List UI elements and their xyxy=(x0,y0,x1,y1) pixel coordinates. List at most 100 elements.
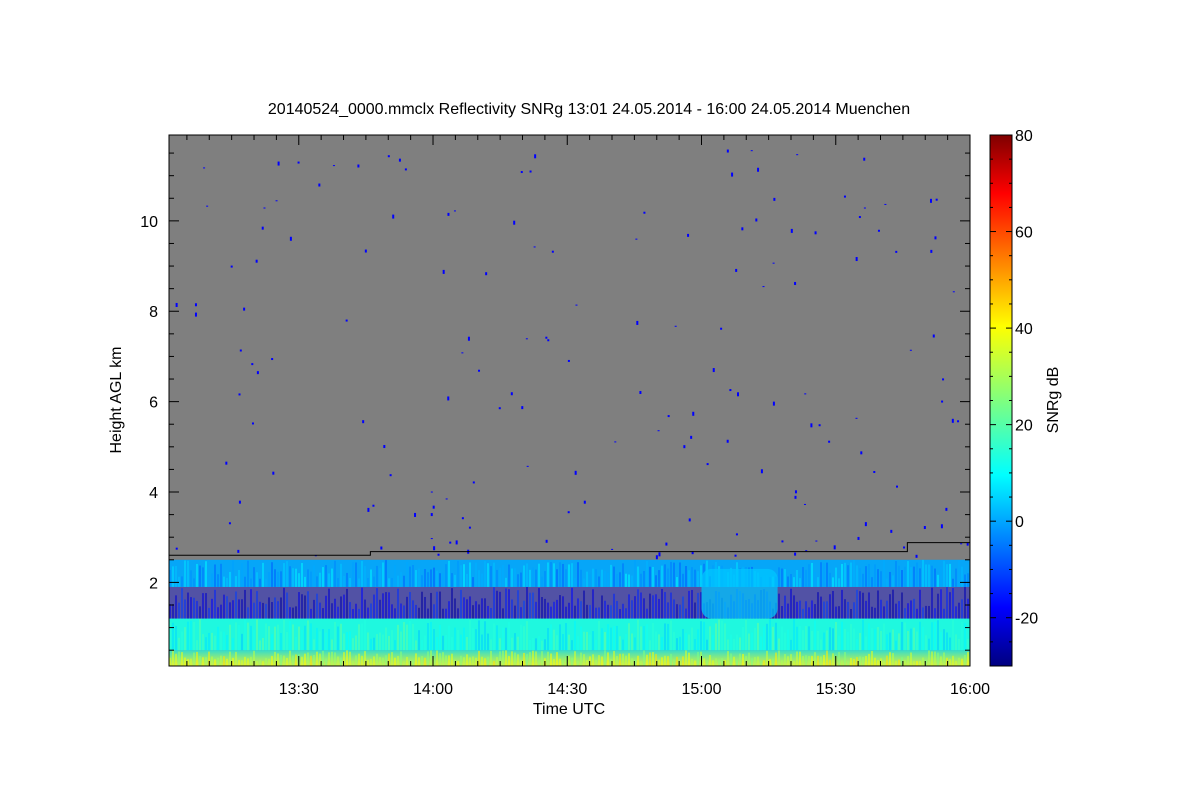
echo-streak xyxy=(196,563,198,587)
echo-streak xyxy=(664,592,666,619)
echo-streak xyxy=(301,656,303,666)
echo-streak xyxy=(385,592,387,619)
echo-streak xyxy=(916,631,918,651)
noise-speckle xyxy=(873,471,876,474)
echo-streak xyxy=(907,631,909,651)
echo-streak xyxy=(568,655,570,666)
echo-streak xyxy=(205,561,207,587)
echo-streak xyxy=(355,562,357,587)
echo-streak xyxy=(304,625,306,651)
echo-streak xyxy=(382,657,384,666)
echo-streak xyxy=(688,634,690,651)
echo-streak xyxy=(613,650,615,666)
echo-streak xyxy=(592,631,594,651)
echo-streak xyxy=(469,619,471,651)
noise-speckle xyxy=(855,257,858,262)
echo-streak xyxy=(466,637,468,651)
echo-streak xyxy=(694,569,696,587)
echo-streak xyxy=(820,639,822,651)
echo-streak xyxy=(760,660,762,666)
echo-streak xyxy=(235,622,237,651)
echo-streak xyxy=(715,623,717,651)
noise-speckle xyxy=(655,555,658,560)
echo-streak xyxy=(931,587,933,619)
echo-streak xyxy=(436,591,438,619)
colorbar-tick-label: 0 xyxy=(1015,514,1024,531)
echo-streak xyxy=(874,607,876,619)
echo-streak xyxy=(214,589,216,619)
echo-streak xyxy=(298,592,300,619)
noise-speckle xyxy=(545,336,548,339)
echo-streak xyxy=(775,622,777,651)
echo-streak xyxy=(697,592,699,619)
echo-streak xyxy=(646,560,648,587)
echo-streak xyxy=(883,623,885,651)
echo-streak xyxy=(814,620,816,651)
echo-streak xyxy=(874,629,876,651)
echo-streak xyxy=(208,607,210,619)
echo-streak xyxy=(550,562,552,587)
echo-streak xyxy=(958,560,960,587)
echo-streak xyxy=(643,650,645,666)
echo-streak xyxy=(859,632,861,651)
echo-streak xyxy=(865,655,867,666)
echo-streak xyxy=(388,592,390,619)
echo-streak xyxy=(940,656,942,666)
echo-streak xyxy=(454,574,456,587)
echo-streak xyxy=(691,627,693,651)
echo-streak xyxy=(406,656,408,666)
echo-streak xyxy=(688,590,690,619)
noise-speckle xyxy=(472,481,475,484)
echo-streak xyxy=(811,562,813,587)
noise-speckle xyxy=(735,268,738,272)
echo-streak xyxy=(634,559,636,587)
echo-streak xyxy=(289,566,291,587)
echo-streak xyxy=(394,565,396,587)
echo-streak xyxy=(631,575,633,587)
echo-streak xyxy=(415,653,417,666)
echo-streak xyxy=(229,571,231,587)
echo-streak xyxy=(547,602,549,619)
echo-streak xyxy=(832,590,834,619)
echo-streak xyxy=(280,571,282,587)
echo-streak xyxy=(265,603,267,619)
echo-streak xyxy=(823,601,825,619)
echo-streak xyxy=(334,621,336,651)
echo-streak xyxy=(202,634,204,651)
echo-streak xyxy=(352,638,354,651)
echo-streak xyxy=(217,574,219,587)
echo-streak xyxy=(922,607,924,619)
echo-streak xyxy=(331,568,333,587)
echo-streak xyxy=(820,596,822,619)
echo-streak xyxy=(364,619,366,651)
echo-streak xyxy=(784,632,786,651)
echo-streak xyxy=(778,650,780,666)
echo-streak xyxy=(391,578,393,587)
echo-streak xyxy=(493,587,495,619)
echo-streak xyxy=(352,608,354,619)
echo-streak xyxy=(871,606,873,619)
echo-streak xyxy=(415,640,417,651)
noise-speckle xyxy=(935,198,938,201)
echo-streak xyxy=(388,578,390,587)
echo-streak xyxy=(517,636,519,651)
echo-streak xyxy=(895,561,897,587)
echo-streak xyxy=(280,597,282,619)
echo-streak xyxy=(580,569,582,587)
noise-speckle xyxy=(203,167,206,169)
echo-streak xyxy=(400,572,402,587)
echo-streak xyxy=(865,566,867,587)
noise-speckle xyxy=(362,420,365,424)
echo-streak xyxy=(508,656,510,666)
echo-streak xyxy=(424,596,426,619)
echo-streak xyxy=(250,589,252,619)
echo-streak xyxy=(364,566,366,587)
noise-speckle xyxy=(855,417,858,419)
echo-streak xyxy=(484,658,486,666)
echo-streak xyxy=(751,632,753,651)
echo-streak xyxy=(592,568,594,587)
echo-streak xyxy=(667,568,669,587)
echo-streak xyxy=(598,620,600,651)
echo-streak xyxy=(685,650,687,666)
echo-streak xyxy=(835,621,837,651)
